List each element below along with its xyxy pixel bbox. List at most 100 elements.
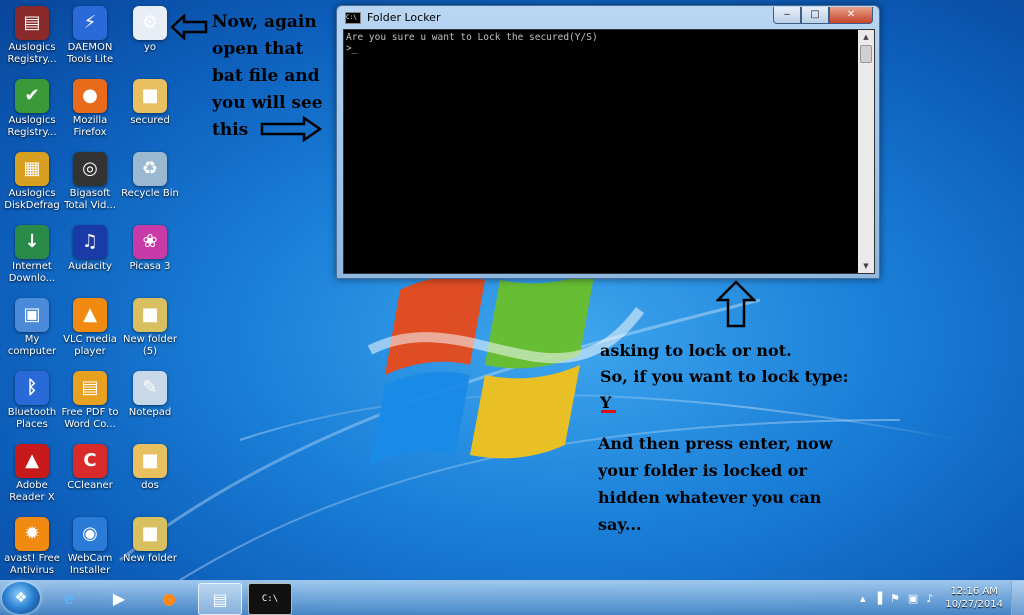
desktop-icon[interactable]: ▦ Auslogics DiskDefrag — [0, 152, 64, 212]
desktop-icon[interactable]: ✔ Auslogics Registry... — [0, 79, 64, 139]
desktop-icon[interactable]: ◉WebCam Installer 3.23 — [58, 517, 122, 577]
scroll-down-icon[interactable]: ▼ — [858, 259, 874, 273]
firefox-icon: ● — [73, 79, 107, 113]
desktop-icon-label: DAEMON Tools Lite — [66, 42, 114, 65]
desktop-icon[interactable]: ▲ Adobe Reader X — [0, 444, 64, 504]
adobe-reader-icon: ▲ — [15, 444, 49, 478]
vlc-icon: ▲ — [73, 298, 107, 332]
annotation-line-3: Y — [600, 393, 612, 412]
desktop-icon[interactable]: ▲ VLC media player — [58, 298, 122, 358]
bluetooth-icon: ᛒ — [15, 371, 49, 405]
desktop-icon-label: avast! Free Antivirus — [4, 553, 60, 576]
desktop-icon[interactable]: ● Mozilla Firefox — [58, 79, 122, 139]
folder-icon: ■ — [133, 79, 167, 113]
console-text: Are you sure u want to Lock the secured(… — [346, 32, 598, 54]
maximize-button[interactable]: □ — [801, 7, 829, 24]
desktop-icon[interactable]: ↓ Internet Downlo... — [0, 225, 64, 285]
picasa-icon: ❀ — [133, 225, 167, 259]
window-controls: ‒ □ ✕ — [773, 7, 873, 24]
command-prompt-icon[interactable]: C:\ — [248, 583, 292, 615]
start-button[interactable]: ❖ — [2, 582, 40, 614]
minimize-button[interactable]: ‒ — [773, 7, 801, 24]
desktop-icon-label: Bluetooth Places — [7, 407, 57, 430]
desktop-icon-label: Auslogics Registry... — [7, 115, 57, 138]
desktop-icon[interactable]: C CCleaner — [58, 444, 122, 504]
desktop-icon[interactable]: ■ secured — [118, 79, 182, 139]
internet-explorer-icon[interactable]: e — [48, 583, 90, 613]
desktop-icon-label: Bigasoft Total Vid... — [64, 188, 116, 211]
desktop-icon[interactable]: ⚡ DAEMON Tools Lite — [58, 6, 122, 66]
arrow-right-icon — [260, 116, 322, 142]
desktop-icon[interactable]: ■ New folder (5) — [118, 298, 182, 358]
desktop-icon[interactable]: ✎ Notepad — [118, 371, 182, 431]
scroll-thumb[interactable] — [860, 45, 872, 63]
desktop-icon[interactable]: ♻ Recycle Bin — [118, 152, 182, 212]
desktop-icon[interactable]: ❀ Picasa 3 — [118, 225, 182, 285]
media-player-icon[interactable]: ▶ — [98, 583, 140, 613]
desktop-icon-label: Adobe Reader X — [9, 480, 55, 503]
desktop-icon-label: WebCam Installer 3.23 — [67, 553, 113, 576]
window-title: Folder Locker — [367, 11, 441, 24]
desktop-icon-label: CCleaner — [67, 480, 113, 491]
annotation-bottom: And then press enter, now your folder is… — [598, 434, 833, 534]
settings-file-icon: ⚙ — [133, 6, 167, 40]
arrow-up-icon — [716, 280, 756, 328]
desktop-icon[interactable]: ▤ Auslogics Registry... — [0, 6, 64, 66]
desktop-icon[interactable]: ▣ My computer — [0, 298, 64, 358]
ccleaner-icon: C — [73, 444, 107, 478]
red-underline — [601, 410, 616, 413]
desktop-icon-label: Audacity — [68, 261, 112, 272]
desktop-icon[interactable]: ◎ Bigasoft Total Vid... — [58, 152, 122, 212]
system-tray: ▴ ▐ ⚑ ▣ ♪ 12:16 AM 10/27/2014 — [856, 581, 1024, 615]
folder-icon: ■ — [133, 444, 167, 478]
desktop-icon-label: dos — [141, 480, 159, 491]
desktop-icon[interactable]: ✹ avast! Free Antivirus — [0, 517, 64, 577]
desktop-icon-label: yo — [143, 42, 157, 53]
taskbar: ❖ e ▶ ● ▤ C:\ ▴ ▐ ⚑ ▣ ♪ 12:16 AM 10/27/2014 — [0, 580, 1024, 615]
flag-icon[interactable]: ⚑ — [890, 592, 900, 605]
desktop-icon-label: New folder (5) — [122, 334, 178, 357]
command-prompt-icon: C:\ — [345, 11, 361, 24]
avast-icon: ✹ — [15, 517, 49, 551]
chevron-up-icon[interactable]: ▴ — [860, 592, 866, 605]
tray-icons: ▴ ▐ ⚑ ▣ ♪ — [856, 592, 937, 605]
desktop-icon[interactable]: ♫ Audacity — [58, 225, 122, 285]
daemon-tools-icon: ⚡ — [73, 6, 107, 40]
desktop-icon[interactable]: ᛒ Bluetooth Places — [0, 371, 64, 431]
webcam-icon: ◉ — [73, 517, 107, 551]
scroll-up-icon[interactable]: ▲ — [858, 30, 874, 44]
console-output[interactable]: Are you sure u want to Lock the secured(… — [343, 29, 875, 274]
network-icon[interactable]: ▣ — [908, 592, 918, 605]
my-computer-icon: ▣ — [15, 298, 49, 332]
notepad-icon: ✎ — [133, 371, 167, 405]
file-explorer-icon[interactable]: ▤ — [198, 583, 242, 615]
desktop-icon[interactable]: ■ New folder — [118, 517, 182, 577]
auslogics-registry2-icon: ✔ — [15, 79, 49, 113]
desktop-icon-label: My computer — [7, 334, 57, 357]
clock[interactable]: 12:16 AM 10/27/2014 — [945, 585, 1003, 611]
annotation-line-1: asking to lock or not. — [600, 341, 792, 360]
firefox-icon[interactable]: ● — [148, 583, 190, 613]
desktop-icon[interactable]: ■ dos — [118, 444, 182, 504]
folder-locker-window[interactable]: C:\ Folder Locker ‒ □ ✕ Are you sure u w… — [336, 5, 880, 279]
folder-icon: ■ — [133, 517, 167, 551]
bigasoft-icon: ◎ — [73, 152, 107, 186]
auslogics-registry-icon: ▤ — [15, 6, 49, 40]
show-desktop-button[interactable] — [1011, 581, 1024, 615]
annotation-line-2: So, if you want to lock type: — [600, 367, 849, 386]
signal-icon[interactable]: ▐ — [874, 592, 882, 605]
clock-date: 10/27/2014 — [945, 599, 1003, 610]
desktop-icon[interactable]: ▤ Free PDF to Word Co... — [58, 371, 122, 431]
recycle-bin-icon: ♻ — [133, 152, 167, 186]
idm-icon: ↓ — [15, 225, 49, 259]
arrow-left-icon — [170, 14, 208, 40]
volume-icon[interactable]: ♪ — [926, 592, 933, 605]
folder-icon: ■ — [133, 298, 167, 332]
desktop-icon-label: Auslogics Registry... — [7, 42, 57, 65]
window-title-bar[interactable]: C:\ Folder Locker — [345, 11, 440, 24]
desktop-icon-label: Picasa 3 — [129, 261, 171, 272]
vertical-scrollbar[interactable]: ▲ ▼ — [858, 30, 874, 273]
close-button[interactable]: ✕ — [829, 7, 873, 24]
audacity-icon: ♫ — [73, 225, 107, 259]
desktop-icon-label: Recycle Bin — [121, 188, 179, 199]
